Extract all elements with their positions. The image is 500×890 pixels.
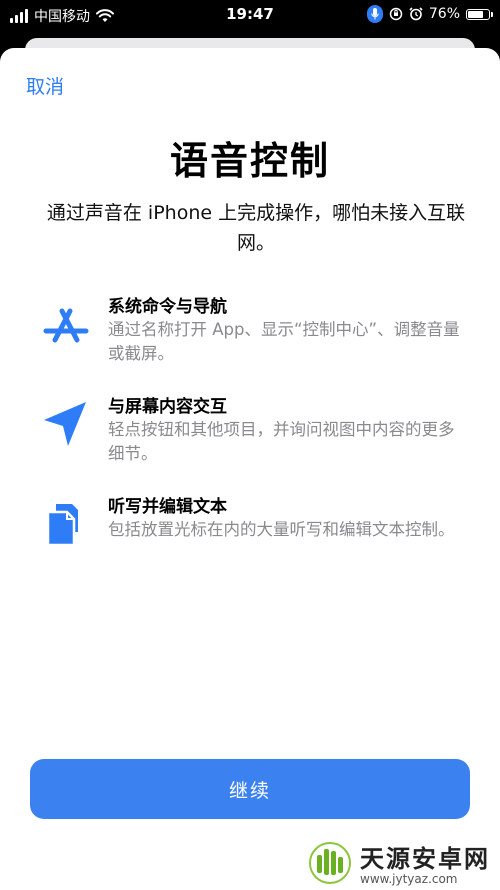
status-bar: 中国移动 19:47 76% [0,0,500,30]
orientation-lock-icon [389,7,403,21]
cancel-button[interactable]: 取消 [26,72,64,99]
alarm-icon [409,7,423,21]
feature-title: 系统命令与导航 [108,297,227,317]
watermark-logo [309,841,351,884]
status-right: 76% [366,5,493,23]
feature-title: 与屏幕内容交互 [108,397,227,417]
page-title: 语音控制 [169,139,330,183]
feature-title: 听写并编辑文本 [108,497,227,517]
location-arrow-icon [44,402,86,446]
feature-description: 轻点按钮和其他项目，并询问视图中内容的更多细节。 [108,420,455,463]
watermark-name: 天源安卓网 [360,845,490,873]
battery-icon [466,8,493,20]
watermark: 天源安卓网 www.jytyaz.com [308,839,490,886]
copy-document-icon [46,504,78,547]
app-store-icon [43,308,89,343]
continue-button[interactable]: 继续 [30,759,470,819]
feature-description: 通过名称打开 App、显示“控制中心”、调整音量或截屏。 [108,320,460,363]
page-subtitle: 通过声音在 iPhone 上完成操作，哪怕未接入互联网。 [46,202,466,254]
voice-control-sheet: 取消 语音控制 通过声音在 iPhone 上完成操作，哪怕未接入互联网。 系统命… [0,48,500,890]
screen: 中国移动 19:47 76% 取消 语音控制 通过声音在 iPhone 上完成操… [0,0,500,890]
watermark-text: 天源安卓网 www.jytyaz.com [360,839,490,886]
feature-description: 包括放置光标在内的大量听写和编辑文本控制。 [108,520,455,539]
watermark-url: www.jytyaz.com [360,872,458,886]
battery-percent: 76% [428,6,460,22]
microphone-icon [366,5,383,23]
